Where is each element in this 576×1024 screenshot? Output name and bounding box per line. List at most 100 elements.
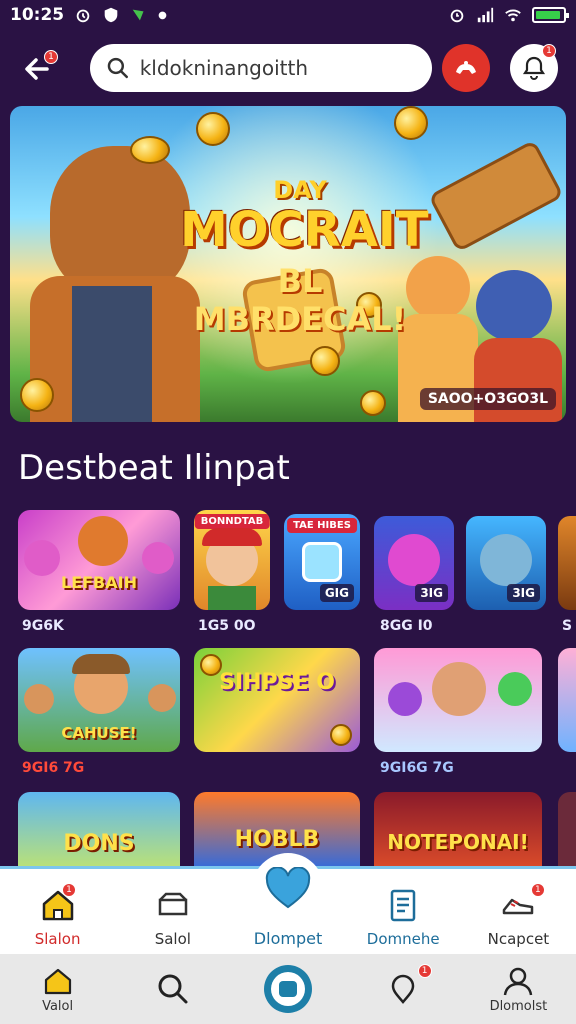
featured-banner[interactable]: DAY MOCRAIT BL MBRDECAL! SAOO+O3GO3L — [10, 106, 566, 422]
sys-nav-label: Valol — [42, 998, 74, 1014]
sys-nav-camera[interactable] — [230, 954, 345, 1024]
game-card-title: CAHUSE! — [61, 724, 137, 742]
game-card-chip: 3IG — [415, 584, 448, 602]
sys-nav-location[interactable]: 1 — [346, 954, 461, 1024]
home-icon — [44, 968, 71, 994]
banner-tag: SAOO+O3GO3L — [419, 388, 556, 410]
game-card-bonndtab[interactable]: BONNDTAB — [194, 510, 270, 610]
villager-art — [148, 684, 176, 712]
monster-art — [498, 672, 532, 706]
notifications-button[interactable]: 1 — [510, 44, 558, 92]
game-card-partial[interactable] — [558, 792, 576, 866]
game-card-partial[interactable] — [558, 516, 576, 610]
game-card-sihpse[interactable]: SIHPSE O — [194, 648, 360, 752]
game-controller-button[interactable] — [442, 44, 490, 92]
game-card-chip: GIG — [319, 584, 354, 602]
wifi-icon — [505, 9, 521, 22]
explorer-hat-art — [72, 654, 130, 674]
coin-icon — [200, 654, 222, 676]
game-card-label: 1G5 0O — [198, 618, 256, 634]
coin-icon — [360, 390, 386, 416]
sys-nav-home[interactable]: Valol — [0, 954, 115, 1024]
nav-item-ncapcet[interactable]: 1 Ncapcet — [461, 869, 576, 954]
status-time: 10:25 — [10, 5, 65, 25]
clipboard-icon — [390, 889, 416, 922]
nav-label: Ncapcet — [487, 930, 550, 948]
search-input[interactable] — [139, 56, 416, 80]
signal-icon — [477, 7, 494, 23]
villager-art — [24, 684, 54, 714]
wolf-vest — [72, 286, 152, 422]
coin-icon — [196, 112, 230, 146]
nav-badge: 1 — [62, 883, 76, 897]
monster-art — [24, 540, 60, 576]
back-badge: 1 — [44, 50, 58, 64]
coin-icon — [20, 378, 54, 412]
bell-icon — [522, 56, 546, 80]
nav-label: Salol — [154, 930, 191, 948]
coin-icon — [310, 346, 340, 376]
nav-item-home[interactable]: 1 Slalon — [0, 869, 115, 954]
fox-art — [78, 516, 128, 566]
banner-title-big: MOCRAIT — [180, 202, 429, 258]
game-card-lefbaih[interactable]: LEFBAIH — [18, 510, 180, 610]
sys-nav-search[interactable] — [115, 954, 230, 1024]
nav-item-search[interactable]: Salol — [115, 869, 230, 954]
bottom-nav: 1 Slalon Salol Dlompet Domnehe 1 Ncapcet — [0, 853, 576, 954]
game-card-adventure[interactable] — [374, 648, 542, 752]
system-nav: Valol 1 Dlomolst — [0, 954, 576, 1024]
heart-icon — [265, 867, 311, 909]
nav-label: Domnehe — [366, 930, 440, 948]
game-card-noteponai[interactable]: NOTEPONAI! — [374, 792, 542, 866]
game-card-title: NOTEPONAI! — [387, 830, 529, 854]
game-card-ribbon: BONNDTAB — [194, 514, 270, 529]
game-card-title: HOBLB — [234, 827, 320, 852]
nav-badge: 1 — [530, 883, 545, 897]
game-card-title: SIHPSE O — [219, 670, 335, 695]
sys-nav-profile[interactable]: Dlomolst — [461, 954, 576, 1024]
monster-art — [142, 542, 174, 574]
back-button[interactable]: 1 — [16, 48, 58, 90]
bear-character — [476, 270, 552, 342]
user-icon — [504, 967, 533, 995]
game-card-tae-hibes[interactable]: TAE HIBES GIG — [284, 514, 360, 610]
app-notification-icon — [132, 9, 144, 21]
search-icon — [158, 974, 188, 1004]
monster-art — [388, 534, 440, 586]
game-card-title: LEFBAIH — [61, 573, 137, 592]
gem-art — [302, 542, 342, 582]
coin-icon — [330, 724, 352, 746]
banner-title: DAY MOCRAIT BL MBRDECAL! — [180, 176, 429, 338]
nav-label: Slalon — [34, 930, 81, 948]
game-card-cahuse[interactable]: CAHUSE! — [18, 648, 180, 752]
section-title: Destbeat Ilinpat — [18, 448, 290, 488]
robot-art — [480, 534, 532, 586]
controller-icon — [456, 61, 476, 74]
bell-badge: 1 — [542, 44, 556, 58]
shirt-art — [208, 586, 256, 610]
alarm-clock-icon — [450, 9, 464, 23]
search-icon — [107, 57, 128, 79]
shield-icon — [104, 7, 118, 23]
search-bar[interactable] — [90, 44, 432, 92]
game-card-label: 9GI6G 7G — [380, 760, 454, 776]
sys-nav-badge: 1 — [417, 964, 432, 978]
nav-item-documents[interactable]: Domnehe — [346, 869, 461, 954]
game-card-dons[interactable]: DONS — [18, 792, 180, 866]
nav-item-center[interactable]: Dlompet — [230, 853, 345, 954]
nav-label: Dlompet — [253, 929, 323, 948]
sys-nav-label: Dlomolst — [489, 998, 548, 1014]
game-card-label: 9GI6 7G — [22, 760, 85, 776]
banner-title-mid: BL MBRDECAL! — [193, 262, 407, 338]
game-card-partial[interactable] — [558, 648, 576, 752]
game-card-robot[interactable]: 3IG — [466, 516, 546, 610]
wolf-character — [50, 146, 190, 296]
box-icon — [158, 892, 188, 916]
red-hat-art — [202, 528, 262, 546]
center-bubble — [252, 853, 324, 925]
dot-icon: ● — [158, 9, 167, 21]
game-card-title: DONS — [63, 831, 135, 856]
game-card-chip: 3IG — [507, 584, 540, 602]
coin-icon — [130, 136, 170, 164]
game-card-monster[interactable]: 3IG — [374, 516, 454, 610]
